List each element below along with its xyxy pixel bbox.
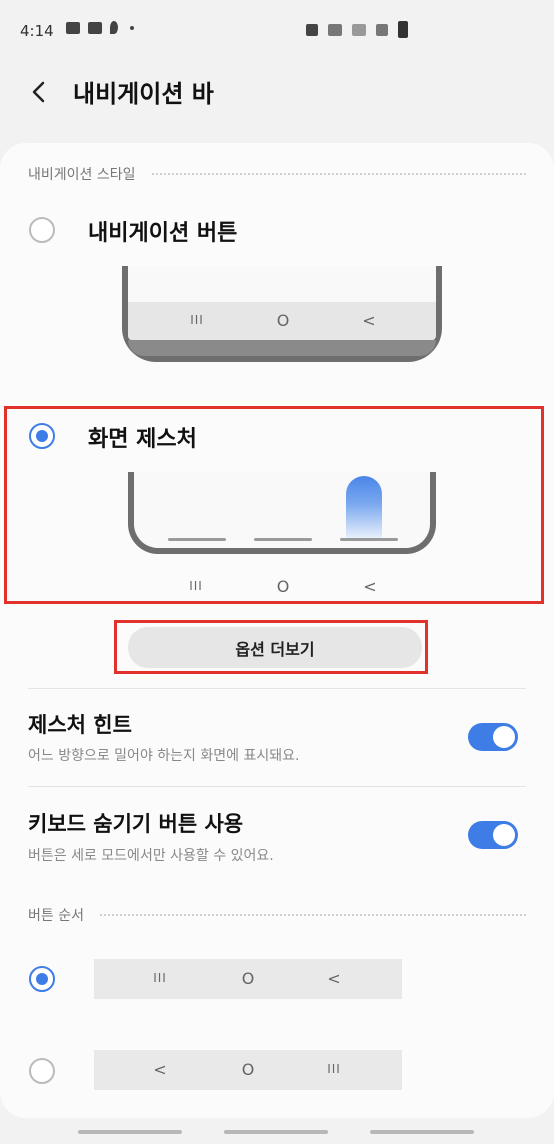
phone-bottom [128,340,436,356]
toggle-knob [493,726,515,748]
keyboard-hide-button-toggle[interactable] [468,821,518,849]
page-title: 내비게이션 바 [73,80,214,108]
recent-apps-icon: III [190,313,204,327]
wifi-icon [352,23,366,36]
notification-icons [66,21,134,34]
back-icon: < [153,1060,167,1079]
status-bar: 4:14 [0,0,554,62]
radio-button-order-2[interactable] [29,1058,55,1084]
setting-title: 제스처 힌트 [28,713,132,737]
setting-description: 어느 방향으로 밀어야 하는지 화면에 표시돼요. [28,748,300,764]
divider [28,786,526,787]
mute-icon [306,23,318,36]
back-icon: < [327,969,341,988]
section-header-navigation-style: 내비게이션 스타일 [28,164,526,184]
section-divider [151,173,526,175]
setting-description: 버튼은 세로 모드에서만 사용할 수 있어요. [28,848,274,864]
section-title: 내비게이션 스타일 [28,167,136,183]
home-icon: O [276,311,290,330]
annotation-highlight-more-options [114,620,428,674]
setting-title: 키보드 숨기기 버튼 사용 [28,812,244,836]
photo-icon [88,21,102,34]
system-icons [306,21,408,38]
section-title: 버튼 순서 [28,908,84,924]
back-icon: < [362,311,376,330]
home-icon: O [241,1060,255,1079]
gallery-icon [66,21,80,34]
annotation-highlight-gestures [4,406,544,604]
more-dot-icon [130,25,134,30]
section-header-button-order: 버튼 순서 [28,905,526,925]
button-order-option-2[interactable]: < O III [94,1050,402,1090]
signal-icon [376,23,388,36]
button-order-option-1[interactable]: III O < [94,959,402,999]
gesture-indicator-center [224,1130,328,1134]
radio-button-order-1[interactable] [29,966,55,992]
gesture-hint-toggle[interactable] [468,723,518,751]
recent-apps-icon: III [327,1062,341,1076]
back-button[interactable] [24,78,52,106]
location-icon [110,21,118,34]
gesture-indicator-left [78,1130,182,1134]
section-divider [99,914,526,916]
radio-navigation-buttons[interactable] [29,217,55,243]
divider [28,688,526,689]
navigation-buttons-preview[interactable]: III O < [122,266,442,362]
toggle-knob [493,824,515,846]
status-time: 4:14 [20,22,54,40]
option-label-navigation-buttons[interactable]: 내비게이션 버튼 [88,215,237,247]
battery-icon [398,21,408,38]
gesture-indicator-right [370,1130,474,1134]
volte-icon [328,23,342,36]
chevron-left-icon [32,81,45,103]
home-icon: O [241,969,255,988]
recent-apps-icon: III [153,971,167,985]
